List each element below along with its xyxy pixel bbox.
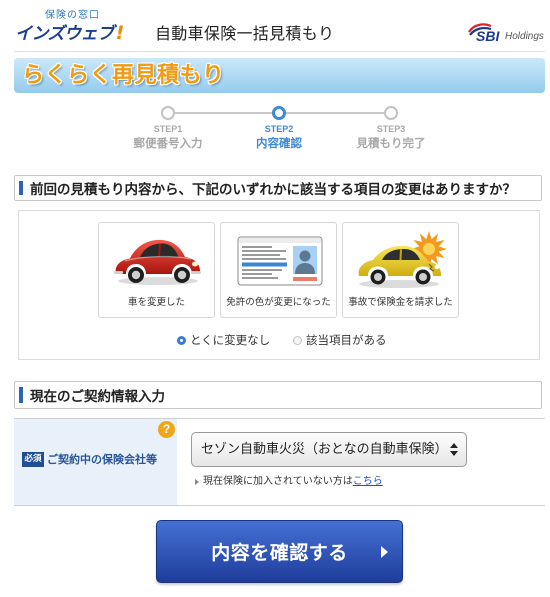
option-label-accident-claim: 事故で保険金を請求した (348, 297, 453, 308)
accident-car-icon (358, 231, 447, 288)
option-card-accident-claim: 事故で保険金を請求した (342, 222, 459, 318)
insurance-company-select[interactable]: セゾン自動車火災（おとなの自動車保険） (191, 432, 467, 467)
change-question-text: 前回の見積もり内容から、下記のいずれかに該当する項目の変更はありますか？ (30, 182, 516, 198)
form-bottom-border (14, 505, 545, 506)
heading-accent-bar (19, 181, 23, 195)
heading-accent-bar (19, 387, 23, 403)
red-car-icon (114, 239, 201, 285)
no-insurance-note: 現在保険に加入されていない方はこちら (203, 475, 383, 489)
chevron-right-icon (381, 546, 388, 558)
logo-mark: ! (115, 22, 125, 44)
step2-name: 内容確認 (256, 136, 302, 150)
step2-number: STEP2 (264, 124, 294, 134)
insurance-company-label: ご契約中の保険会社等 (47, 453, 157, 466)
logo-name: インズウェブ (15, 24, 114, 44)
required-badge: 必須 (22, 452, 44, 467)
radio-no-change-indicator (177, 335, 186, 345)
partner-suffix: Holdings (505, 31, 544, 42)
step1-name: 郵便番号入力 (133, 136, 203, 150)
radio-no-change-label: とくに変更なし (190, 333, 271, 347)
radio-has-change[interactable]: 該当項目がある (293, 332, 387, 348)
change-question-heading: 前回の見積もり内容から、下記のいずれかに該当する項目の変更はありますか？ (14, 175, 542, 201)
arrow-down-icon (450, 451, 458, 456)
logo-tagline: 保険の窓口 (45, 10, 100, 21)
radio-no-change[interactable]: とくに変更なし (177, 332, 270, 348)
radio-has-change-indicator (293, 335, 302, 345)
triangle-right-icon (195, 479, 199, 485)
step2-label: STEP2 内容確認 (224, 124, 334, 151)
header-divider (14, 51, 545, 52)
banner-title: らくらく再見積もり (22, 63, 225, 88)
select-arrows-icon (450, 443, 458, 457)
option-card-license-color: 免許の色が変更になった (220, 222, 337, 318)
page-title: 自動車保険一括見積もり (155, 24, 335, 43)
partner-logo: SBI Holdings (468, 23, 546, 46)
site-logo[interactable]: インズウェブ! (15, 22, 124, 45)
step3-label: STEP3 見積もり完了 (336, 124, 446, 151)
arrow-up-icon (450, 443, 458, 448)
partner-name: SBI (476, 28, 500, 44)
step1-number: STEP1 (153, 124, 183, 134)
contract-heading-text: 現在のご契約情報入力 (30, 389, 165, 405)
step3-name: 見積もり完了 (356, 136, 426, 150)
help-icon[interactable]: ? (158, 421, 175, 438)
contract-heading: 現在のご契約情報入力 (14, 381, 542, 409)
insurance-company-value: セゾン自動車火災（おとなの自動車保険） (201, 442, 448, 457)
radio-has-change-label: 該当項目がある (306, 333, 387, 347)
confirm-button-label: 内容を確認する (211, 542, 348, 564)
option-label-car-changed: 車を変更した (127, 297, 185, 308)
option-card-car-changed: 車を変更した (98, 222, 215, 318)
no-insurance-link[interactable]: こちら (353, 476, 383, 487)
step2-dot (272, 106, 286, 120)
option-label-license-color: 免許の色が変更になった (226, 297, 331, 308)
step1-label: STEP1 郵便番号入力 (113, 124, 223, 151)
license-card-icon (237, 236, 323, 286)
step1-dot (161, 106, 175, 120)
confirm-button[interactable]: 内容を確認する (156, 520, 403, 583)
step3-dot (384, 106, 398, 120)
step3-number: STEP3 (376, 124, 406, 134)
no-insurance-note-text: 現在保険に加入されていない方は (203, 476, 353, 487)
